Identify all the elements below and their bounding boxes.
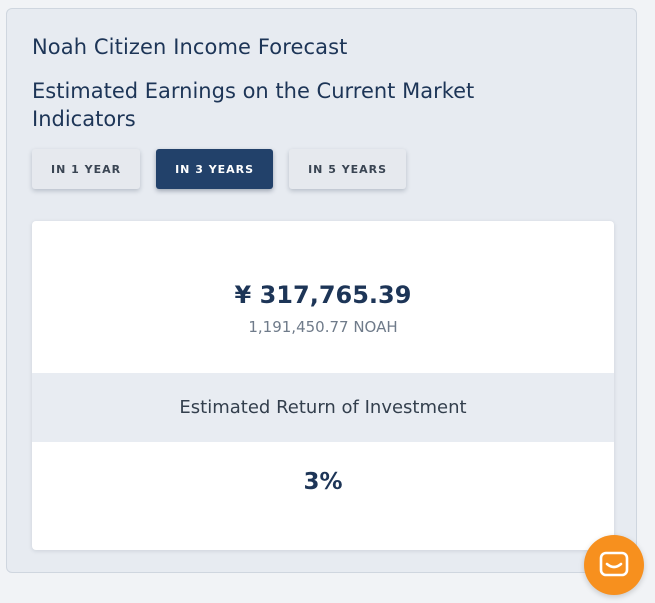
- chat-button[interactable]: [584, 535, 644, 595]
- income-forecast-panel: Noah Citizen Income Forecast Estimated E…: [6, 8, 637, 573]
- tab-1-year[interactable]: IN 1 YEAR: [32, 149, 141, 189]
- fiat-earnings-amount: ¥ 317,765.39: [234, 281, 412, 309]
- roi-label: Estimated Return of Investment: [32, 373, 614, 442]
- tab-5-years[interactable]: IN 5 YEARS: [289, 149, 407, 189]
- forecast-card: ¥ 317,765.39 1,191,450.77 NOAH Estimated…: [32, 221, 614, 550]
- tab-3-years[interactable]: IN 3 YEARS: [156, 149, 274, 189]
- roi-value: 3%: [303, 469, 343, 495]
- period-tabs: IN 1 YEAR IN 3 YEARS IN 5 YEARS: [32, 149, 407, 189]
- widget-subtitle: Estimated Earnings on the Current Market…: [32, 79, 475, 131]
- chat-icon: [599, 551, 629, 579]
- token-earnings-amount: 1,191,450.77 NOAH: [248, 318, 398, 336]
- earnings-section: ¥ 317,765.39 1,191,450.77 NOAH: [32, 221, 614, 373]
- widget-title: Noah Citizen Income Forecast: [32, 35, 348, 59]
